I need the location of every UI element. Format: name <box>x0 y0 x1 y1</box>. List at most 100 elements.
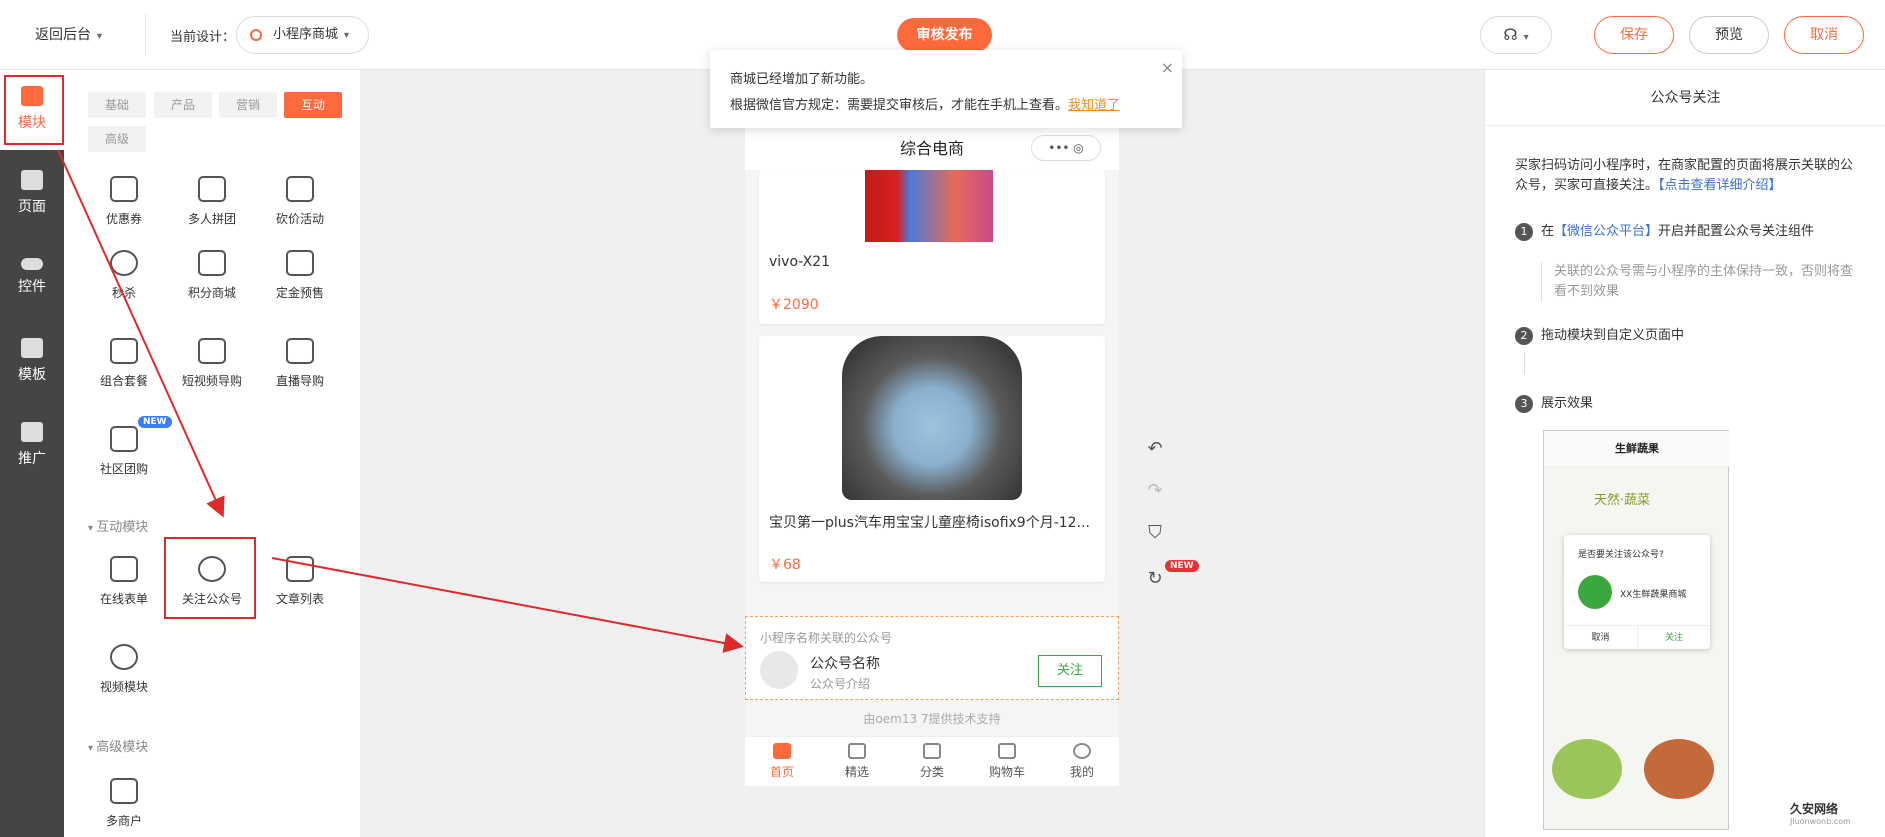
home-icon <box>773 743 791 759</box>
product-card[interactable]: vivo-X21 ￥2090 <box>759 170 1105 324</box>
module-coupon[interactable]: 优惠券 <box>86 176 162 227</box>
account-desc: 公众号介绍 <box>810 677 871 691</box>
section-interactive[interactable]: 互动模块 <box>88 516 148 535</box>
follow-account-block[interactable]: 小程序名称关联的公众号 公众号名称 公众号介绍 关注 <box>745 616 1119 700</box>
got-it-link[interactable]: 我知道了 <box>1068 98 1120 113</box>
module-label: 短视频导购 <box>181 374 242 388</box>
tab-interactive[interactable]: 互动 <box>284 92 342 118</box>
avatar <box>760 651 798 689</box>
page-icon <box>21 170 43 190</box>
mock-follow: 关注 <box>1637 625 1710 649</box>
watermark: 久安网络 Jiuonwonb.com <box>1790 800 1851 826</box>
nav-template[interactable]: 模板 <box>0 322 64 402</box>
publish-button[interactable]: 审核发布 <box>897 18 992 52</box>
watermark-name: 久安网络 <box>1790 802 1839 816</box>
gift-box-icon <box>110 338 138 364</box>
mock-question: 是否要关注该公众号? <box>1578 550 1664 560</box>
module-combo[interactable]: 组合套餐 <box>86 338 162 389</box>
properties-panel: 公众号关注 买家扫码访问小程序时，在商家配置的页面将展示关联的公众号，买家可直接… <box>1484 70 1885 837</box>
module-live[interactable]: 直播导购 <box>262 338 338 389</box>
product-name: 宝贝第一plus汽车用宝宝儿童座椅isofix9个月-12... <box>769 515 1090 531</box>
notice-line1: 商城已经增加了新功能。 <box>730 72 874 87</box>
template-icon <box>21 338 43 358</box>
phone-title: 综合电商 <box>899 139 964 158</box>
new-badge: NEW <box>1165 560 1199 572</box>
module-label: 社区团购 <box>99 462 148 476</box>
nav-control[interactable]: 控件 <box>0 238 64 318</box>
product-image <box>842 336 1022 500</box>
mock-follow-dialog: 是否要关注该公众号? XX生鲜蔬果商城 取消 关注 <box>1564 535 1710 649</box>
group-icon <box>198 176 226 202</box>
design-selector[interactable]: 小程序商城 ▾ <box>236 16 369 54</box>
module-label: 在线表单 <box>99 592 148 606</box>
nav-promote[interactable]: 推广 <box>0 406 64 486</box>
panel-desc: 买家扫码访问小程序时，在商家配置的页面将展示关联的公众号，买家可直接关注。【点击… <box>1515 156 1861 196</box>
module-multi-merchant[interactable]: 多商户 <box>86 778 162 829</box>
phone-preview: 综合电商 ••• ◎ vivo-X21 ￥2090 宝贝第一plus汽车用宝宝儿… <box>745 128 1119 786</box>
account-name: 公众号名称 <box>810 656 880 672</box>
tab-cart[interactable]: 购物车 <box>970 741 1044 780</box>
cancel-button[interactable]: 取消 <box>1784 16 1864 54</box>
example-screenshot: 生鲜蔬果 天然·蔬菜 是否要关注该公众号? XX生鲜蔬果商城 取消 关注 <box>1543 430 1730 830</box>
powered-by: 由oem13 7提供技术支持 <box>863 712 1001 726</box>
close-icon[interactable]: × <box>1161 58 1174 77</box>
side-nav: 模块 页面 控件 模板 推广 <box>0 70 64 837</box>
link-icon <box>250 29 262 41</box>
tab-advanced[interactable]: 高级 <box>88 126 146 152</box>
product-card[interactable]: 宝贝第一plus汽车用宝宝儿童座椅isofix9个月-12... ￥68 <box>759 336 1105 582</box>
wechat-platform-link[interactable]: 【微信公众平台】 <box>1554 224 1658 239</box>
rotate-icon[interactable]: ↻ <box>1143 568 1167 589</box>
step-number-icon: 2 <box>1515 327 1533 345</box>
current-design-label: 当前设计： <box>170 30 236 45</box>
grid-search-icon <box>848 743 866 759</box>
tab-product[interactable]: 产品 <box>154 92 212 118</box>
module-flash-sale[interactable]: 秒杀 <box>86 250 162 301</box>
save-button[interactable]: 保存 <box>1594 16 1674 54</box>
module-label: 优惠券 <box>105 212 142 226</box>
shirt-icon[interactable]: ⛉ <box>1143 522 1167 543</box>
tab-category[interactable]: 分类 <box>895 741 969 780</box>
lightning-icon <box>110 250 138 276</box>
tab-marketing[interactable]: 营销 <box>219 92 277 118</box>
module-points-mall[interactable]: 积分商城 <box>174 250 250 301</box>
preview-button[interactable]: 预览 <box>1689 16 1769 54</box>
tab-mine[interactable]: 我的 <box>1045 741 1119 780</box>
module-short-video[interactable]: 短视频导购 <box>174 338 250 389</box>
redo-icon[interactable]: ↷ <box>1143 480 1167 501</box>
tab-featured[interactable]: 精选 <box>820 741 894 780</box>
tab-home[interactable]: 首页 <box>745 741 819 780</box>
undo-icon[interactable]: ↶ <box>1143 438 1167 459</box>
support-dropdown[interactable]: ☊ ▾ <box>1480 16 1552 54</box>
detail-link[interactable]: 【点击查看详细介绍】 <box>1658 178 1782 193</box>
design-name: 小程序商城 <box>273 27 339 42</box>
nav-page[interactable]: 页面 <box>0 154 64 234</box>
tab-basic[interactable]: 基础 <box>88 92 146 118</box>
module-label: 视频模块 <box>99 680 148 694</box>
nav-label: 控件 <box>18 279 46 295</box>
module-video[interactable]: 视频模块 <box>86 644 162 695</box>
module-community[interactable]: 社区团购 <box>86 426 162 477</box>
chevron-down-icon: ▾ <box>344 30 350 41</box>
back-to-admin[interactable]: 返回后台 ▾ <box>35 24 102 44</box>
nav-label: 推广 <box>18 451 46 467</box>
capsule-menu[interactable]: ••• ◎ <box>1031 135 1101 161</box>
product-name: vivo-X21 <box>769 254 831 270</box>
user-icon <box>1073 743 1091 759</box>
step-text: 拖动模块到自定义页面中 <box>1541 328 1685 343</box>
product-price: ￥2090 <box>769 297 819 313</box>
tv-icon <box>286 338 314 364</box>
module-bargain[interactable]: 砍价活动 <box>262 176 338 227</box>
module-presale[interactable]: 定金预售 <box>262 250 338 301</box>
module-label: 砍价活动 <box>275 212 324 226</box>
module-group-buy[interactable]: 多人拼团 <box>174 176 250 227</box>
step-number-icon: 1 <box>1515 223 1533 241</box>
tab-label: 精选 <box>844 765 869 779</box>
section-advanced[interactable]: 高级模块 <box>88 736 148 755</box>
module-online-form[interactable]: 在线表单 <box>86 556 162 607</box>
nav-label: 页面 <box>18 199 46 215</box>
step-note: 关联的公众号需与小程序的主体保持一致，否则将查看不到效果 <box>1541 262 1861 302</box>
panel-title: 公众号关注 <box>1485 70 1885 126</box>
mock-title: 生鲜蔬果 <box>1544 431 1730 467</box>
module-article-list[interactable]: 文章列表 <box>262 556 338 607</box>
follow-button[interactable]: 关注 <box>1038 655 1102 687</box>
